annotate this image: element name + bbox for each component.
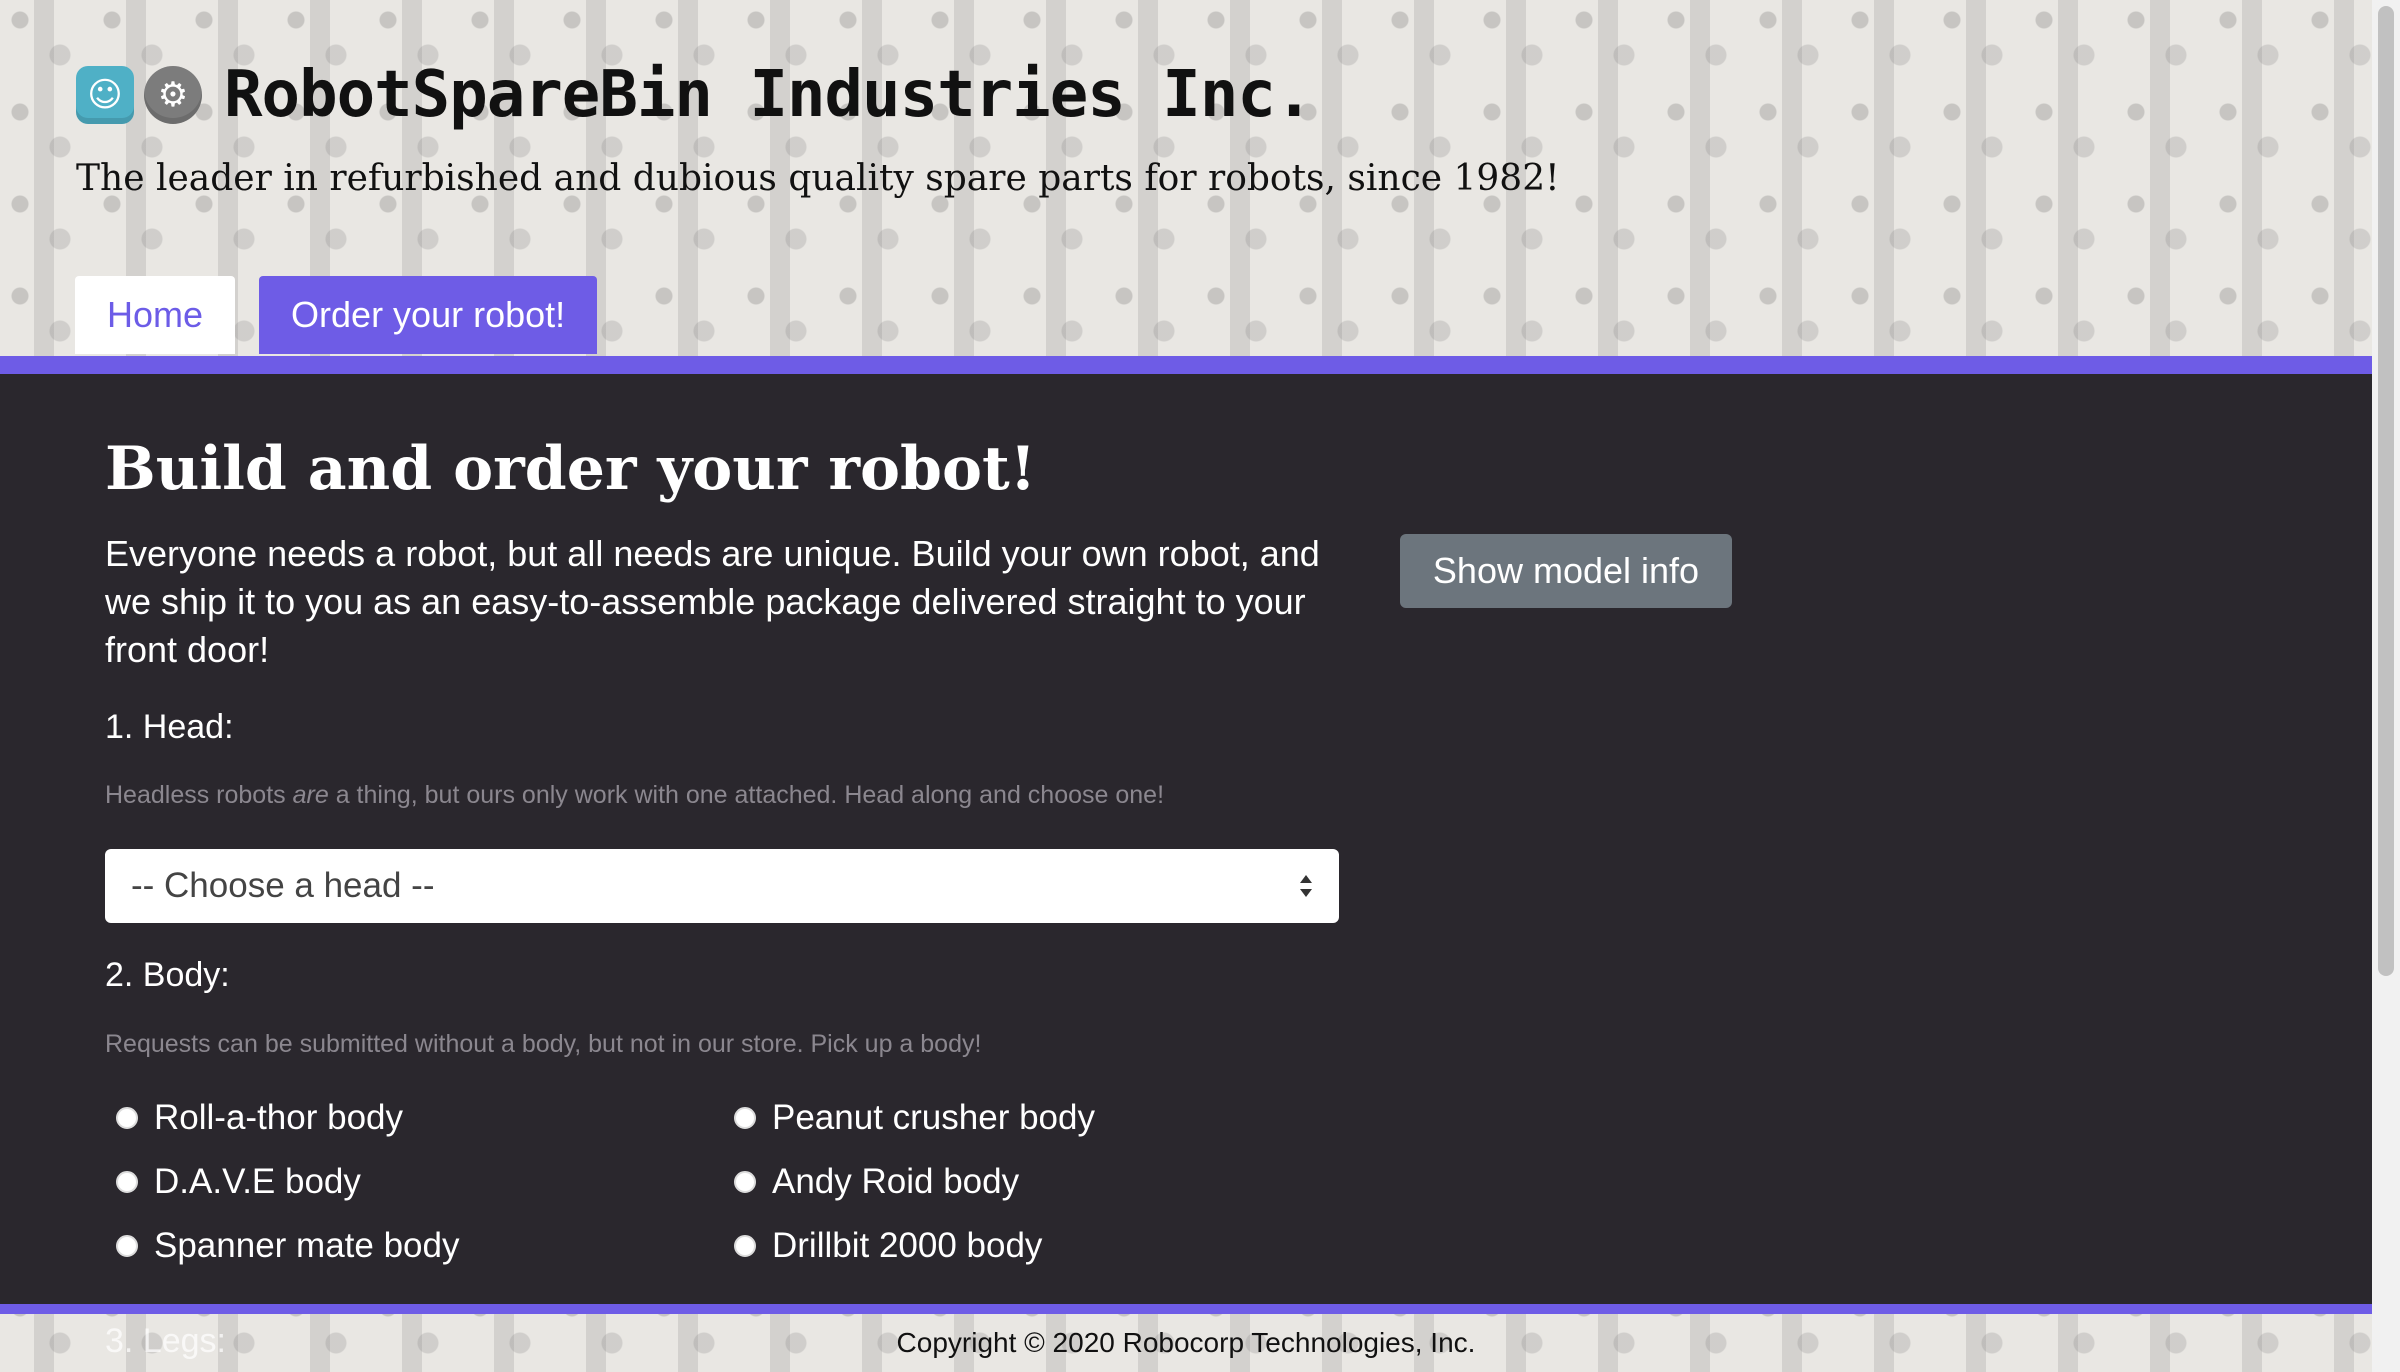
- footer: Copyright © 2020 Robocorp Technologies, …: [0, 1314, 2372, 1372]
- brand: ☺ ⚙ RobotSpareBin Industries Inc.: [76, 58, 1313, 132]
- radio-andy-roid-body[interactable]: Andy Roid body: [734, 1162, 1019, 1202]
- legs-label: 3. Legs:: [105, 1322, 226, 1360]
- radio-label: Spanner mate body: [154, 1226, 460, 1265]
- radio-button[interactable]: [116, 1235, 138, 1257]
- site-title: RobotSpareBin Industries Inc.: [224, 58, 1313, 132]
- radio-drillbit-2000-body[interactable]: Drillbit 2000 body: [734, 1226, 1042, 1266]
- copyright-text: Copyright © 2020 Robocorp Technologies, …: [896, 1327, 1476, 1358]
- radio-label: Drillbit 2000 body: [772, 1226, 1043, 1265]
- radio-button[interactable]: [116, 1171, 138, 1193]
- robot-icon: ☺: [76, 66, 134, 124]
- head-help-emphasis: are: [292, 781, 329, 809]
- show-model-info-button[interactable]: Show model info: [1400, 534, 1732, 608]
- select-arrows-icon: [1300, 875, 1312, 897]
- radio-spanner-mate-body[interactable]: Spanner mate body: [116, 1226, 459, 1266]
- accent-bar: [0, 356, 2372, 374]
- radio-label: D.A.V.E body: [154, 1162, 361, 1201]
- radio-roll-a-thor-body[interactable]: Roll-a-thor body: [116, 1098, 403, 1138]
- gear-icon: ⚙: [144, 66, 202, 124]
- tagline: The leader in refurbished and dubious qu…: [76, 158, 1560, 199]
- radio-peanut-crusher-body[interactable]: Peanut crusher body: [734, 1098, 1095, 1138]
- intro-text: Everyone needs a robot, but all needs ar…: [105, 533, 1320, 670]
- scrollbar-thumb[interactable]: [2378, 6, 2394, 976]
- tab-order-robot[interactable]: Order your robot!: [259, 276, 598, 354]
- order-form-section: Build and order your robot! Everyone nee…: [0, 374, 2372, 1304]
- nav-tabs: Home Order your robot!: [75, 276, 598, 354]
- page-title: Build and order your robot!: [105, 434, 1037, 504]
- footer-accent-bar: [0, 1304, 2372, 1314]
- head-label: 1. Head:: [105, 708, 234, 746]
- radio-button[interactable]: [734, 1171, 756, 1193]
- radio-dave-body[interactable]: D.A.V.E body: [116, 1162, 361, 1202]
- head-select-value: -- Choose a head --: [131, 866, 435, 905]
- head-help-text: Headless robots are a thing, but ours on…: [105, 781, 1164, 810]
- tab-home[interactable]: Home: [75, 276, 236, 354]
- radio-label: Peanut crusher body: [772, 1098, 1095, 1137]
- radio-label: Andy Roid body: [772, 1162, 1020, 1201]
- body-help-text: Requests can be submitted without a body…: [105, 1030, 982, 1058]
- body-label: 2. Body:: [105, 956, 230, 994]
- radio-button[interactable]: [116, 1107, 138, 1129]
- head-select[interactable]: -- Choose a head --: [105, 849, 1339, 923]
- radio-label: Roll-a-thor body: [154, 1098, 403, 1137]
- head-help-pre: Headless robots: [105, 781, 293, 809]
- scrollbar[interactable]: [2372, 0, 2400, 1372]
- radio-button[interactable]: [734, 1235, 756, 1257]
- site-header: ☺ ⚙ RobotSpareBin Industries Inc. The le…: [0, 0, 2372, 356]
- radio-button[interactable]: [734, 1107, 756, 1129]
- head-help-post: a thing, but ours only work with one att…: [328, 781, 1165, 809]
